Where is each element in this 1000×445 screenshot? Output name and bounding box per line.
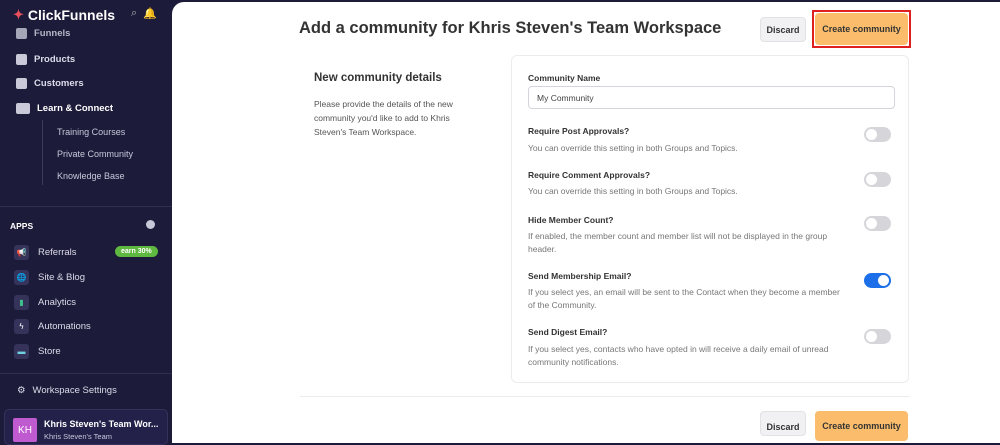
community-name-label: Community Name [528,73,601,83]
setting-label: Require Post Approvals? [528,126,630,136]
app-label: Analytics [38,297,77,308]
community-name-input[interactable] [528,86,895,109]
nav-label: Products [34,54,76,65]
setting-desc: If you select yes, contacts who have opt… [528,344,829,367]
sub-training-courses[interactable]: Training Courses [57,127,125,137]
nav-label: Customers [34,78,84,89]
hide-member-count-toggle[interactable] [864,216,891,231]
ws-label: Workspace Settings [32,385,117,396]
learn-icon [16,103,30,114]
nav-learn-connect[interactable]: Learn & Connect [16,103,113,114]
app-referrals[interactable]: 📢 Referrals [14,245,77,260]
products-icon [16,54,27,65]
sub-private-community[interactable]: Private Community [57,149,133,159]
team-sub: Khris Steven's Team [44,432,112,441]
app-label: Site & Blog [38,272,85,283]
sub-knowledge-base[interactable]: Knowledge Base [57,171,125,181]
chart-icon: ▮ [14,295,29,310]
team-switcher[interactable]: KH Khris Steven's Team Wor... Khris Stev… [4,409,168,445]
app-label: Referrals [38,247,77,258]
earn-badge: earn 30% [115,246,158,257]
apps-heading: APPS [10,221,34,231]
divider [0,373,172,374]
store-icon: ▬ [14,344,29,359]
team-name: Khris Steven's Team Wor... [44,419,159,429]
discard-button[interactable]: Discard [760,17,806,42]
workspace-settings[interactable]: ⚙ Workspace Settings [17,385,117,396]
nav-products[interactable]: Products [16,54,75,65]
require-comment-approvals-toggle[interactable] [864,172,891,187]
divider [300,396,910,397]
divider [0,206,172,207]
avatar: KH [13,418,37,442]
megaphone-icon: 📢 [14,245,29,260]
setting-label: Hide Member Count? [528,215,614,225]
nav-label: Funnels [34,28,71,39]
divider [42,120,43,185]
gear-icon: ⚙ [17,385,26,396]
app-label: Automations [38,321,91,332]
nav-customers[interactable]: Customers [16,78,84,89]
logo-icon: ✦ [13,7,24,22]
section-description: Please provide the details of the new co… [314,99,453,137]
globe-icon: 🌐 [14,270,29,285]
app-store[interactable]: ▬ Store [14,344,61,359]
bell-icon[interactable]: 🔔 [143,7,157,20]
section-title: New community details [314,72,442,84]
setting-label: Send Digest Email? [528,327,608,337]
app-site-blog[interactable]: 🌐 Site & Blog [14,270,85,285]
sidebar: ✦ ClickFunnels ⌕ 🔔 Funnels Products Custom… [0,0,172,445]
app-label: Store [38,346,61,357]
clickfunnels-logo[interactable]: ✦ ClickFunnels [13,7,115,23]
nav-funnels[interactable]: Funnels [16,28,70,39]
setting-desc: You can override this setting in both Gr… [528,143,738,153]
brand-name: ClickFunnels [27,7,116,23]
setting-label: Require Comment Approvals? [528,170,651,180]
footer-create-community-button[interactable]: Create community [815,411,908,441]
setting-desc: If enabled, the member count and member … [528,231,828,254]
community-form: Community Name Require Post Approvals? Y… [511,55,909,383]
send-membership-email-toggle[interactable] [864,273,891,288]
send-digest-email-toggle[interactable] [864,329,891,344]
app-automations[interactable]: ϟ Automations [14,319,91,334]
page-title: Add a community for Khris Steven's Team … [299,19,722,37]
customers-icon [16,78,27,89]
setting-desc: If you select yes, an email will be sent… [528,287,840,310]
setting-desc: You can override this setting in both Gr… [528,186,738,196]
funnel-icon [16,28,27,39]
add-app-icon[interactable] [146,220,155,229]
require-post-approvals-toggle[interactable] [864,127,891,142]
search-icon[interactable]: ⌕ [131,7,137,20]
create-community-button[interactable]: Create community [815,13,908,45]
app-analytics[interactable]: ▮ Analytics [14,295,76,310]
main-content: Add a community for Khris Steven's Team … [172,2,1000,443]
nav-label: Learn & Connect [37,103,114,114]
lightning-icon: ϟ [14,319,29,334]
setting-label: Send Membership Email? [528,271,632,281]
footer-discard-button[interactable]: Discard [760,411,806,436]
